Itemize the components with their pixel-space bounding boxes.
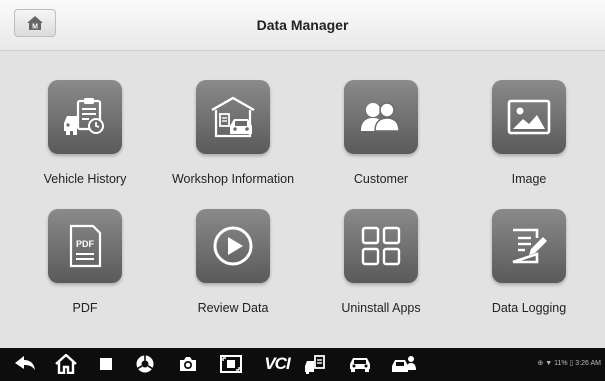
pdf-icon-text: PDF: [76, 239, 95, 249]
tile-data-logging[interactable]: Data Logging: [452, 184, 602, 324]
car-person-icon[interactable]: [389, 353, 419, 375]
title-bar: M Data Manager: [0, 0, 605, 51]
recent-apps-icon[interactable]: [95, 353, 117, 375]
apps-grid-icon: [344, 209, 418, 283]
tile-label: PDF: [72, 301, 98, 315]
page-title: Data Manager: [256, 17, 349, 33]
tile-customer[interactable]: Customer: [304, 55, 454, 195]
status-bar-text: ⊕ ▼ 11% ▯ 3:26 AM: [537, 360, 601, 367]
vci-icon[interactable]: VCI: [260, 353, 294, 375]
pdf-icon: PDF: [48, 209, 122, 283]
tile-vehicle-history[interactable]: Vehicle History: [8, 55, 158, 195]
tile-image[interactable]: Image: [452, 55, 602, 195]
app-grid: Vehicle History Workshop Information Cus…: [0, 51, 605, 348]
image-icon: [492, 80, 566, 154]
back-icon[interactable]: [12, 353, 38, 375]
home-nav-icon[interactable]: [53, 353, 79, 375]
car-front-icon[interactable]: [346, 353, 374, 375]
tile-label: Review Data: [197, 301, 269, 315]
tile-uninstall-apps[interactable]: Uninstall Apps: [304, 184, 454, 324]
screenshot-icon[interactable]: [218, 353, 244, 375]
vci-label: VCI: [264, 354, 290, 373]
car-document-icon[interactable]: [302, 353, 328, 375]
vehicle-history-icon: [48, 80, 122, 154]
browser-icon[interactable]: [133, 353, 157, 375]
tile-workshop-information[interactable]: Workshop Information: [156, 55, 306, 195]
tile-review-data[interactable]: Review Data: [156, 184, 306, 324]
data-logging-icon: [492, 209, 566, 283]
tile-label: Uninstall Apps: [341, 301, 421, 315]
camera-icon[interactable]: [176, 353, 200, 375]
customer-icon: [344, 80, 418, 154]
tile-label: Data Logging: [491, 301, 567, 315]
play-icon: [196, 209, 270, 283]
system-navigation-bar: VCI ⊕ ▼ 11% ▯ 3:26 AM: [0, 348, 605, 381]
workshop-icon: [196, 80, 270, 154]
tile-pdf[interactable]: PDF PDF: [8, 184, 158, 324]
